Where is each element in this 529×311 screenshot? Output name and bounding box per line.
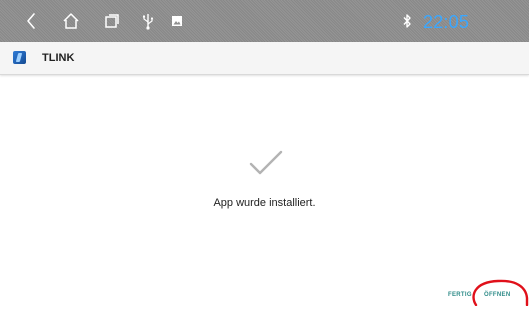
status-bar: 22:05: [0, 0, 529, 42]
clock: 22:05: [423, 12, 470, 32]
app-bar: TLINK: [0, 42, 529, 75]
recents-icon[interactable]: [103, 11, 121, 31]
tlink-app-icon: [13, 51, 26, 64]
back-icon[interactable]: [22, 11, 40, 31]
usb-icon: [141, 11, 155, 31]
image-icon: [170, 11, 184, 31]
checkmark-icon: [249, 150, 283, 176]
home-icon[interactable]: [60, 11, 82, 31]
install-message: App wurde installiert.: [213, 197, 316, 209]
bluetooth-icon: [400, 11, 414, 31]
done-button[interactable]: FERTIG: [448, 288, 472, 302]
app-title: TLINK: [42, 52, 75, 64]
open-button[interactable]: ÖFFNEN: [484, 288, 510, 302]
